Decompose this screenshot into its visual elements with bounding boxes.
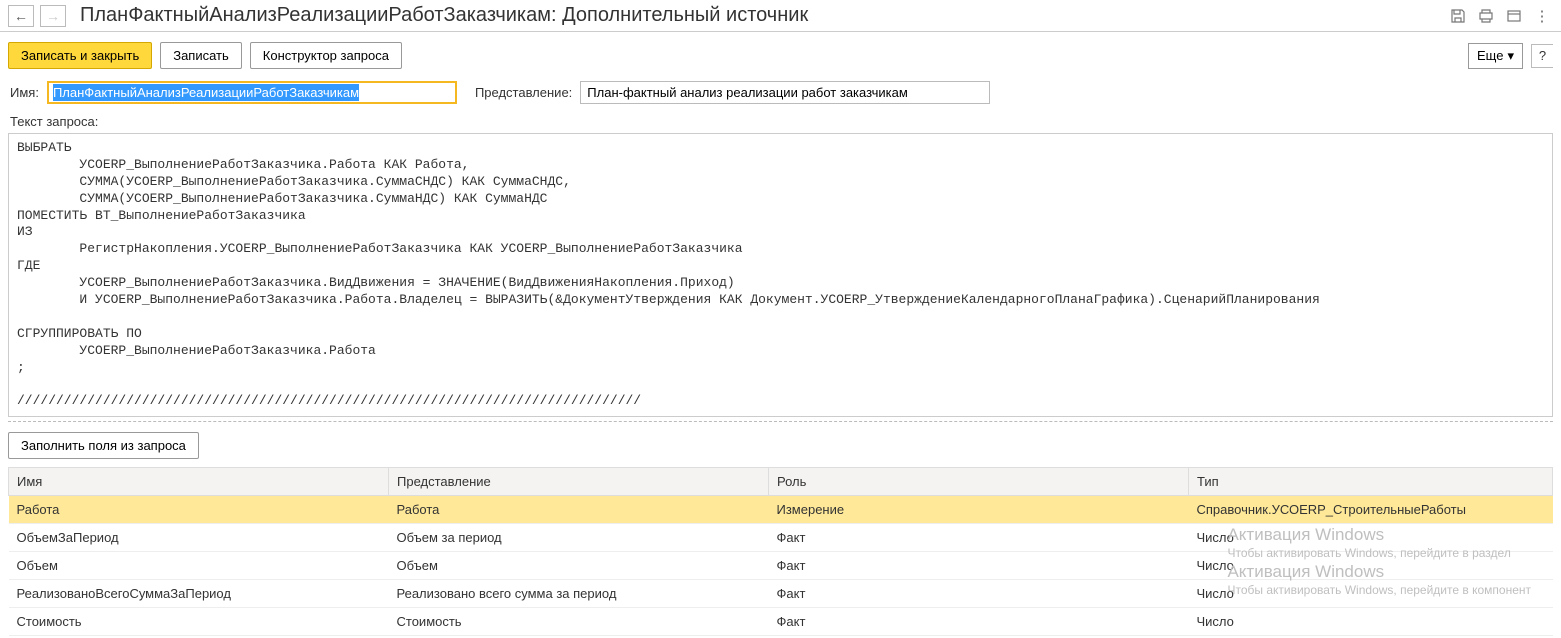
cell-name[interactable]: Объем bbox=[9, 552, 389, 580]
divider bbox=[8, 421, 1553, 422]
table-row[interactable]: СтоимостьСтоимостьФактЧисло bbox=[9, 608, 1553, 636]
cell-role[interactable]: Факт bbox=[769, 524, 1189, 552]
fields-table-wrapper: Имя Представление Роль Тип РаботаРаботаИ… bbox=[8, 467, 1553, 636]
cell-name[interactable]: ОбъемЗаПериод bbox=[9, 524, 389, 552]
save-disk-icon[interactable] bbox=[1447, 5, 1469, 27]
name-label: Имя: bbox=[10, 85, 39, 100]
chevron-down-icon: ▾ bbox=[1507, 48, 1514, 64]
cell-role[interactable]: Измерение bbox=[769, 496, 1189, 524]
cell-repr[interactable]: Реализовано всего сумма за период bbox=[389, 580, 769, 608]
repr-input[interactable] bbox=[580, 81, 990, 104]
fill-fields-button[interactable]: Заполнить поля из запроса bbox=[8, 432, 199, 459]
save-button[interactable]: Записать bbox=[160, 42, 242, 69]
table-row[interactable]: РеализованоВсегоСуммаЗаПериодРеализовано… bbox=[9, 580, 1553, 608]
cell-type[interactable]: Число bbox=[1189, 608, 1553, 636]
query-label: Текст запроса: bbox=[0, 112, 1561, 131]
cell-role[interactable]: Факт bbox=[769, 608, 1189, 636]
more-vertical-icon[interactable]: ⋮ bbox=[1531, 5, 1553, 27]
cell-name[interactable]: Стоимость bbox=[9, 608, 389, 636]
cell-repr[interactable]: Стоимость bbox=[389, 608, 769, 636]
cell-repr[interactable]: Работа bbox=[389, 496, 769, 524]
cell-name[interactable]: Работа bbox=[9, 496, 389, 524]
more-button[interactable]: Еще ▾ bbox=[1468, 43, 1523, 69]
fields-table[interactable]: Имя Представление Роль Тип РаботаРаботаИ… bbox=[8, 467, 1553, 636]
topbar: ← → ПланФактныйАнализРеализацииРаботЗака… bbox=[0, 0, 1561, 32]
save-close-button[interactable]: Записать и закрыть bbox=[8, 42, 152, 69]
form-row: Имя: ПланФактныйАнализРеализацииРаботЗак… bbox=[0, 77, 1561, 112]
col-header-role[interactable]: Роль bbox=[769, 468, 1189, 496]
cell-type[interactable]: Число bbox=[1189, 524, 1553, 552]
query-constructor-button[interactable]: Конструктор запроса bbox=[250, 42, 402, 69]
col-header-type[interactable]: Тип bbox=[1189, 468, 1553, 496]
back-button[interactable]: ← bbox=[8, 5, 34, 27]
cell-type[interactable]: Число bbox=[1189, 580, 1553, 608]
help-button[interactable]: ? bbox=[1531, 44, 1553, 68]
table-row[interactable]: ОбъемОбъемФактЧисло bbox=[9, 552, 1553, 580]
cell-name[interactable]: РеализованоВсегоСуммаЗаПериод bbox=[9, 580, 389, 608]
cell-repr[interactable]: Объем за период bbox=[389, 524, 769, 552]
cell-role[interactable]: Факт bbox=[769, 580, 1189, 608]
cell-type[interactable]: Число bbox=[1189, 552, 1553, 580]
cell-role[interactable]: Факт bbox=[769, 552, 1189, 580]
repr-label: Представление: bbox=[475, 85, 572, 100]
col-header-repr[interactable]: Представление bbox=[389, 468, 769, 496]
cell-type[interactable]: Справочник.УСОERP_СтроительныеРаботы bbox=[1189, 496, 1553, 524]
more-label: Еще bbox=[1477, 48, 1503, 63]
page-title: ПланФактныйАнализРеализацииРаботЗаказчик… bbox=[80, 4, 808, 27]
name-input[interactable]: ПланФактныйАнализРеализацииРаботЗаказчик… bbox=[47, 81, 457, 104]
col-header-name[interactable]: Имя bbox=[9, 468, 389, 496]
window-icon[interactable] bbox=[1503, 5, 1525, 27]
query-text-area[interactable]: ВЫБРАТЬ УСОERP_ВыполнениеРаботЗаказчика.… bbox=[8, 133, 1553, 417]
table-row[interactable]: ОбъемЗаПериодОбъем за периодФактЧисло bbox=[9, 524, 1553, 552]
table-row[interactable]: РаботаРаботаИзмерениеСправочник.УСОERP_С… bbox=[9, 496, 1553, 524]
forward-button[interactable]: → bbox=[40, 5, 66, 27]
toolbar: Записать и закрыть Записать Конструктор … bbox=[0, 32, 1561, 77]
print-icon[interactable] bbox=[1475, 5, 1497, 27]
cell-repr[interactable]: Объем bbox=[389, 552, 769, 580]
